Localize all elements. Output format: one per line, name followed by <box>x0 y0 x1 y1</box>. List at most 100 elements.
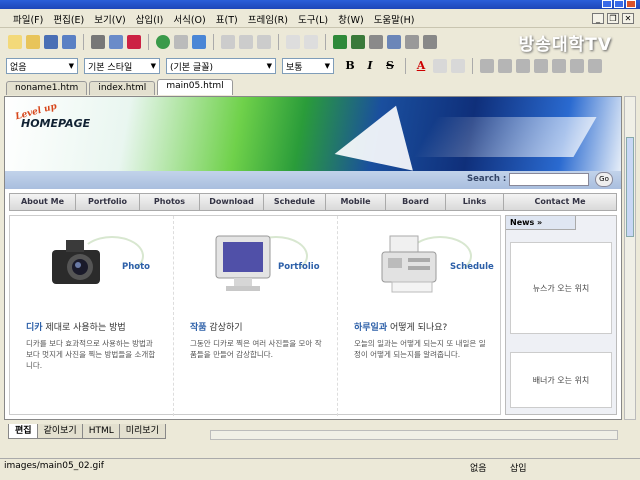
heading-keyword: 디카 <box>26 323 43 333</box>
insert-table-icon[interactable] <box>351 35 365 49</box>
nav-schedule[interactable]: Schedule <box>264 194 326 210</box>
clear-format-icon[interactable] <box>451 59 465 73</box>
main-content: Photo 디카 제대로 사용하는 방법 디카를 보다 효과적으로 사용하는 방… <box>9 215 502 416</box>
insert-form-icon[interactable] <box>369 35 383 49</box>
font-color-button[interactable]: A <box>413 58 429 74</box>
tab-preview[interactable]: 미리보기 <box>118 424 166 439</box>
menu-view[interactable]: 보기(V) <box>89 12 130 26</box>
editor-canvas[interactable]: Level up HOMEPAGE Search : Go About Me P… <box>4 96 622 420</box>
maximize-icon[interactable] <box>614 0 624 8</box>
tab-edit[interactable]: 편집 <box>8 424 39 439</box>
site-logo: Level up HOMEPAGE <box>14 102 90 130</box>
news-panel: News » 뉴스가 오는 위치 배너가 오는 위치 <box>505 215 617 415</box>
heading-rest: 어떻게 되나요? <box>387 323 448 333</box>
insert-layer-icon[interactable] <box>405 35 419 49</box>
refresh-icon[interactable] <box>174 35 188 49</box>
highlight-icon[interactable] <box>433 59 447 73</box>
close-icon[interactable] <box>626 0 636 8</box>
indent-icon[interactable] <box>588 59 602 73</box>
copy-icon[interactable] <box>239 35 253 49</box>
tab-noname1[interactable]: noname1.htm <box>6 81 88 95</box>
horizontal-scrollbar[interactable] <box>210 430 618 440</box>
nav-about[interactable]: About Me <box>10 194 76 210</box>
bold-button[interactable]: B <box>342 58 358 74</box>
nav-links[interactable]: Links <box>446 194 504 210</box>
menu-table[interactable]: 표(T) <box>211 12 243 26</box>
menu-help[interactable]: 도움말(H) <box>369 12 420 26</box>
menu-edit[interactable]: 편집(E) <box>48 12 89 26</box>
print-icon[interactable] <box>91 35 105 49</box>
align-right-icon[interactable] <box>516 59 530 73</box>
save-icon[interactable] <box>44 35 58 49</box>
browser-preview-icon[interactable] <box>156 35 170 49</box>
justify-icon[interactable] <box>534 59 548 73</box>
menu-window[interactable]: 창(W) <box>333 12 369 26</box>
status-bar: images/main05_02.gif 없음 삽입 <box>0 458 640 480</box>
feature-portfolio-heading[interactable]: 작품 감상하기 <box>190 320 243 333</box>
print-preview-icon[interactable] <box>109 35 123 49</box>
nav-contact[interactable]: Contact Me <box>504 194 616 210</box>
font-size-select[interactable]: 없음 ▼ <box>6 58 78 74</box>
menu-format[interactable]: 서식(O) <box>168 12 210 26</box>
tab-main05[interactable]: main05.html <box>157 79 233 95</box>
menu-tools[interactable]: 도구(L) <box>293 12 333 26</box>
menu-frame[interactable]: 프레임(R) <box>243 12 293 26</box>
nav-mobile[interactable]: Mobile <box>326 194 386 210</box>
news-tab[interactable]: News » <box>506 216 576 230</box>
tab-split[interactable]: 같이보기 <box>36 424 84 439</box>
fax-machine-icon <box>381 235 437 293</box>
strike-button[interactable]: S <box>382 58 398 74</box>
paste-icon[interactable] <box>257 35 271 49</box>
scroll-thumb[interactable] <box>626 137 634 237</box>
camera-icon <box>52 240 100 284</box>
align-center-icon[interactable] <box>498 59 512 73</box>
feature-portfolio-body: 그동안 디카로 찍은 여러 사진들을 모아 작품들을 만들어 감상합니다. <box>190 339 322 359</box>
tab-index[interactable]: index.html <box>89 81 156 95</box>
status-path: images/main05_02.gif <box>4 461 104 471</box>
undo-icon[interactable] <box>286 35 300 49</box>
doc-restore-icon[interactable]: ❐ <box>607 13 619 24</box>
nav-download[interactable]: Download <box>200 194 264 210</box>
open-folder-icon[interactable] <box>26 35 40 49</box>
search-bar: Search : Go <box>5 171 621 189</box>
minimize-icon[interactable] <box>602 0 612 8</box>
bullet-list-icon[interactable] <box>552 59 566 73</box>
save-all-icon[interactable] <box>62 35 76 49</box>
italic-button[interactable]: I <box>362 58 378 74</box>
search-go-button[interactable]: Go <box>595 172 613 187</box>
search-input[interactable] <box>509 173 589 186</box>
heading-rest: 제대로 사용하는 방법 <box>42 323 126 333</box>
insert-image-icon[interactable] <box>333 35 347 49</box>
feature-schedule: Schedule 하루일과 어떻게 되나요? 오늘의 일과는 어떻게 되는지 또… <box>338 216 502 416</box>
banner-light <box>413 117 597 157</box>
chevron-down-icon: ▼ <box>324 62 330 70</box>
cut-icon[interactable] <box>221 35 235 49</box>
paragraph-select[interactable]: 보통 ▼ <box>282 58 334 74</box>
font-select[interactable]: (기본 글꼴) ▼ <box>166 58 276 74</box>
insert-object-icon[interactable] <box>423 35 437 49</box>
align-left-icon[interactable] <box>480 59 494 73</box>
new-file-icon[interactable] <box>8 35 22 49</box>
doc-close-icon[interactable]: ✕ <box>622 13 634 24</box>
menu-insert[interactable]: 삽입(I) <box>131 12 169 26</box>
feature-photo-heading[interactable]: 디카 제대로 사용하는 방법 <box>26 320 126 333</box>
insert-frame-icon[interactable] <box>387 35 401 49</box>
doc-minimize-icon[interactable]: _ <box>592 13 604 24</box>
vertical-scrollbar[interactable] <box>624 96 636 420</box>
link-icon[interactable] <box>192 35 206 49</box>
tab-html[interactable]: HTML <box>81 424 121 439</box>
style-select[interactable]: 기본 스타일 ▼ <box>84 58 160 74</box>
feature-portfolio: Portfolio 작품 감상하기 그동안 디카로 찍은 여러 사진들을 모아 … <box>174 216 338 416</box>
nav-photos[interactable]: Photos <box>140 194 200 210</box>
feature-photo: Photo 디카 제대로 사용하는 방법 디카를 보다 효과적으로 사용하는 방… <box>10 216 174 416</box>
spell-check-icon[interactable] <box>127 35 141 49</box>
menu-file[interactable]: 파일(F) <box>8 12 48 26</box>
nav-board[interactable]: Board <box>386 194 446 210</box>
nav-portfolio[interactable]: Portfolio <box>76 194 140 210</box>
page-banner: Level up HOMEPAGE <box>5 97 621 171</box>
heading-rest: 감상하기 <box>206 323 243 333</box>
number-list-icon[interactable] <box>570 59 584 73</box>
chevron-down-icon: ▼ <box>68 62 74 70</box>
redo-icon[interactable] <box>304 35 318 49</box>
feature-schedule-heading[interactable]: 하루일과 어떻게 되나요? <box>354 320 447 333</box>
